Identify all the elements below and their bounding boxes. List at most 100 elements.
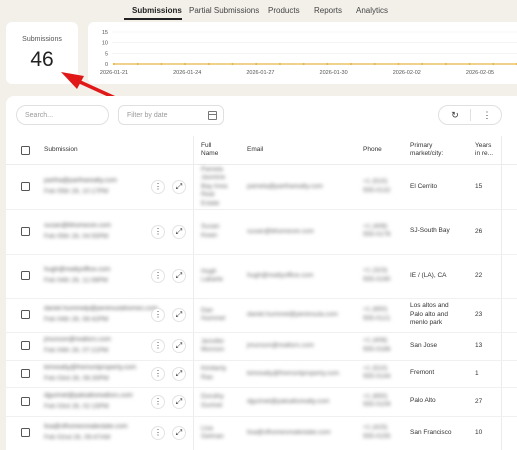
row-expand-icon[interactable]: ⤢ [172,180,186,194]
submission-email[interactable]: partha@partharealty.com [44,177,117,186]
series-point [468,62,471,66]
submission-date: Feb 05th 26, 10:17PM [44,188,109,195]
header-years[interactable]: Years in re... [475,142,493,158]
row-separator [6,298,517,299]
phone-line: 555-0121 [363,314,391,322]
full-name-cell: Lisa Gelman [201,425,224,442]
row-expand-icon[interactable]: ⤢ [172,366,186,381]
market-cell: Los altos and Palo alto and menlo park [410,302,449,328]
calendar-icon[interactable] [208,111,217,120]
tab-analytics[interactable]: Analytics [356,6,388,15]
row-more-icon[interactable]: ⋮ [151,426,165,440]
row-checkbox[interactable] [21,182,30,191]
row-expand-icon[interactable]: ⤢ [172,394,186,409]
phone-line: 555-0166 [363,345,391,353]
row-checkbox[interactable] [21,396,30,406]
submission-email[interactable]: kimrealty@fremontproperty.com [44,364,136,373]
full-name-cell: Dorothy Gurinet [201,393,224,410]
submission-date: Feb 05th 26, 04:55PM [44,232,109,240]
row-expand-icon[interactable]: ⤢ [172,426,186,440]
row-more-icon[interactable]: ⋮ [151,180,165,194]
series-point [349,62,353,66]
phone-line: +1 (323) [363,267,388,274]
submission-email[interactable]: jmunson@realtors.com [44,336,111,345]
email-cell: hugh@realtyoffice.com [247,272,314,279]
row-more-icon[interactable]: ⋮ [151,308,165,322]
series-point [397,62,400,66]
tab-reports[interactable]: Reports [314,6,342,15]
header-phone[interactable]: Phone [363,146,382,154]
header-market-line2: market/city: [410,150,444,157]
full-name-line: Lisa [201,424,213,432]
email-cell: kimrealty@fremontproperty.com [247,369,340,377]
row-expand-icon[interactable]: ⤢ [172,308,186,322]
phone-line: +1 (650) [363,392,388,400]
row-separator [6,387,517,388]
date-filter-input[interactable]: Filter by date [118,105,224,125]
row-expand-icon[interactable]: ⤢ [172,339,186,353]
phone-line: 555-0132 [363,186,391,194]
row-checkbox[interactable] [21,226,30,236]
x-tick-label: 2026-01-21 [100,70,128,76]
market-cell: Fremont [410,369,434,378]
full-name-line: Kwan [201,231,218,239]
header-years-line2: in re... [475,150,494,157]
x-tick-label: 2026-02-02 [393,70,421,76]
row-checkbox[interactable] [21,271,30,280]
market-line: Los altos and [410,302,449,310]
email-cell: dgurinet@paloaltorealty.com [247,397,330,405]
row-more-icon[interactable]: ⋮ [151,269,165,283]
phone-line: +1 (510) [363,364,388,372]
header-primary-market[interactable]: Primary market/city: [410,142,443,158]
submission-date: Feb 03rd 26, 02:15PM [44,402,109,410]
full-name-cell: Hugh Labarte [201,268,223,285]
row-checkbox[interactable] [21,428,30,437]
row-separator [6,416,517,417]
refresh-icon[interactable]: ↻ [448,108,462,122]
market-cell: SJ-South Bay [410,227,450,236]
submission-email[interactable]: hugh@realtyoffice.com [44,266,110,275]
market-line: El Cerrito [410,182,438,190]
full-name-line: Dorothy [201,393,224,400]
market-line: San Francisco [410,428,452,436]
x-tick-label: 2026-01-24 [173,70,201,76]
market-cell: San Jose [410,342,437,351]
column-divider [193,136,194,450]
phone-line: +1 (408) [363,222,388,230]
row-checkbox[interactable] [21,341,30,350]
header-full-name[interactable]: Full Name [201,142,218,158]
header-email[interactable]: Email [247,146,263,154]
header-submission[interactable]: Submission [44,146,78,154]
phone-cell: +1 (415) 555-0155 [363,424,390,441]
row-expand-icon[interactable]: ⤢ [172,224,186,239]
tab-products[interactable]: Products [268,6,300,15]
search-input[interactable]: Search... [16,105,109,125]
row-checkbox[interactable] [21,310,30,319]
row-more-icon[interactable]: ⋮ [151,394,165,409]
row-expand-icon[interactable]: ⤢ [172,269,186,283]
phone-cell: +1 (510) 555-0132 [363,178,390,195]
full-name-line: Hugh [201,267,217,275]
series-point [112,62,116,66]
submission-email[interactable]: lisa@sfhomesrealestate.com [44,423,128,432]
submission-email[interactable]: susan@bhomesre.com [44,222,111,231]
row-checkbox[interactable] [21,368,30,378]
full-name-line: Hummel [201,315,226,322]
select-all-checkbox[interactable] [21,146,30,155]
row-more-icon[interactable]: ⋮ [151,366,165,381]
x-tick-label: 2026-01-27 [246,70,274,76]
stat-value: 46 [30,48,54,71]
submission-email[interactable]: dgurinet@paloaltorealtors.com [44,392,133,401]
submission-email[interactable]: daniel.hummelp@peninsulahomes.com [44,305,158,314]
full-name-line: Jasmine [201,174,226,182]
full-name-line: Gurinet [201,401,223,409]
row-more-icon[interactable]: ⋮ [151,224,165,239]
row-more-icon[interactable]: ⋮ [151,339,165,353]
years-cell: 13 [475,342,483,349]
row-separator [6,209,517,210]
tab-partial-submissions[interactable]: Partial Submissions [189,6,259,15]
tab-submissions[interactable]: Submissions [132,6,182,15]
series-point [160,62,163,66]
market-cell: El Cerrito [410,183,437,192]
more-options-icon[interactable]: ⋮ [480,108,494,122]
